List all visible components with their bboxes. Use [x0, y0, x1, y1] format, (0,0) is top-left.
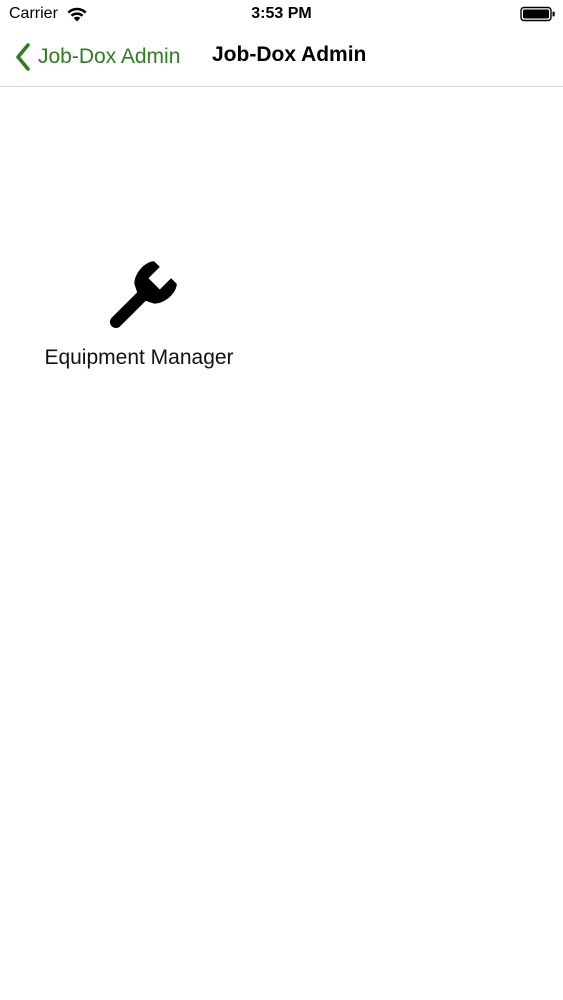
back-button-label: Job-Dox Admin — [38, 45, 181, 68]
navigation-bar: Job-Dox Admin Job-Dox Admin — [0, 30, 563, 87]
page-title: Job-Dox Admin — [212, 43, 367, 66]
tile-label: Equipment Manager — [44, 346, 234, 369]
clock: 3:53 PM — [251, 5, 312, 22]
wrench-icon — [109, 261, 177, 329]
equipment-manager-tile[interactable]: Equipment Manager — [26, 250, 252, 380]
chevron-left-icon — [16, 43, 30, 71]
back-button[interactable]: Job-Dox Admin — [14, 42, 180, 72]
screen: Carrier 3:53 PM Job-Dox Admin Job-Dox Ad… — [0, 0, 563, 1000]
status-bar: Carrier 3:53 PM — [0, 0, 563, 30]
battery-icon — [520, 6, 555, 22]
